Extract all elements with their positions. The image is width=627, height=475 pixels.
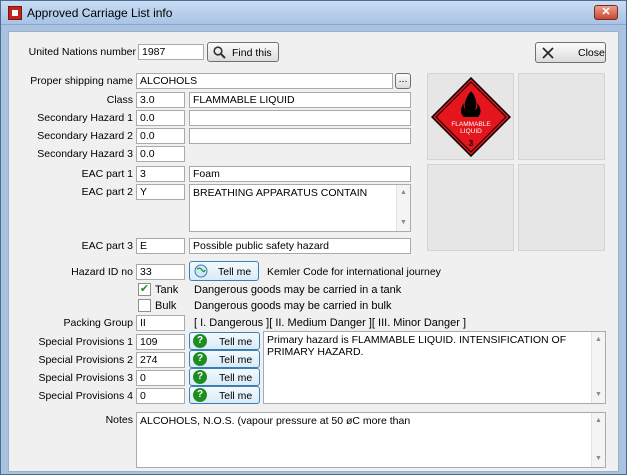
placard-panel-1: FLAMMABLE LIQUID 3 <box>427 73 514 160</box>
special-provisions-3-label: Special Provisions 3 <box>38 372 133 384</box>
shipping-browse-button[interactable]: ... <box>395 73 411 89</box>
tank-description: Dangerous goods may be carried in a tank <box>194 284 402 296</box>
bulk-description: Dangerous goods may be carried in bulk <box>194 300 392 312</box>
window-close-button[interactable]: ✕ <box>594 5 618 20</box>
secondary-hazard-1-description <box>189 110 411 126</box>
secondary-hazard-3-label: Secondary Hazard 3 <box>37 148 133 160</box>
hazard-id-input[interactable]: 33 <box>136 264 185 280</box>
shipping-name-input[interactable]: ALCOHOLS <box>136 73 393 89</box>
eac-part-2-description-text: BREATHING APPARATUS CONTAIN <box>193 187 368 199</box>
tank-label: Tank <box>155 284 179 296</box>
secondary-hazard-2-input[interactable]: 0.0 <box>136 128 185 144</box>
notes-textarea[interactable]: ALCOHOLS, N.O.S. (vapour pressure at 50 … <box>136 412 606 468</box>
help-icon: ? <box>193 334 207 348</box>
special-provisions-2-label: Special Provisions 2 <box>38 354 133 366</box>
eac-part-3-input[interactable]: E <box>136 238 185 254</box>
title-bar: Approved Carriage List info ✕ <box>1 1 626 25</box>
special-provisions-3-input[interactable]: 0 <box>136 370 185 386</box>
placard-line2: LIQUID <box>460 128 482 135</box>
scroll-down-icon[interactable]: ▼ <box>592 453 605 465</box>
globe-icon <box>194 264 208 278</box>
help-icon: ? <box>193 352 207 366</box>
eac-part-2-scrollbar[interactable]: ▲ ▼ <box>396 185 410 231</box>
scroll-down-icon[interactable]: ▼ <box>592 389 605 401</box>
shipping-name-label: Proper shipping name <box>30 75 133 87</box>
scroll-up-icon[interactable]: ▲ <box>592 415 605 427</box>
un-number-label: United Nations number <box>28 46 136 58</box>
close-label: Close <box>578 47 605 59</box>
tank-checkbox[interactable]: ✔ <box>138 283 151 296</box>
placard-number: 3 <box>469 139 474 148</box>
notes-scrollbar[interactable]: ▲ ▼ <box>591 413 605 467</box>
hazard-id-info: Kemler Code for international journey <box>267 266 441 278</box>
placard-panel-2 <box>518 73 605 160</box>
eac-part-3-label: EAC part 3 <box>81 240 133 252</box>
scroll-down-icon[interactable]: ▼ <box>397 217 410 229</box>
special-provisions-text-content: Primary hazard is FLAMMABLE LIQUID. INTE… <box>267 334 567 358</box>
special-provisions-2-tell-me-button[interactable]: ? Tell me <box>189 350 260 368</box>
special-provisions-4-label: Special Provisions 4 <box>38 390 133 402</box>
special-provisions-4-input[interactable]: 0 <box>136 388 185 404</box>
secondary-hazard-1-label: Secondary Hazard 1 <box>37 112 133 124</box>
special-provisions-2-tell-me-label: Tell me <box>219 354 253 366</box>
bulk-checkbox[interactable] <box>138 299 151 312</box>
placard-panel-4 <box>518 164 605 251</box>
special-provisions-3-tell-me-label: Tell me <box>219 372 253 384</box>
find-this-label: Find this <box>232 47 272 59</box>
secondary-hazard-2-description <box>189 128 411 144</box>
window-title: Approved Carriage List info <box>27 6 173 20</box>
class-input[interactable]: 3.0 <box>136 92 185 108</box>
hazard-id-label: Hazard ID no <box>71 266 133 278</box>
app-icon <box>8 6 22 20</box>
secondary-hazard-1-input[interactable]: 0.0 <box>136 110 185 126</box>
eac-part-3-description: Possible public safety hazard <box>189 238 411 254</box>
secondary-hazard-3-input[interactable]: 0.0 <box>136 146 185 162</box>
app-window: Approved Carriage List info ✕ United Nat… <box>0 0 627 475</box>
close-icon <box>542 47 554 59</box>
eac-part-2-input[interactable]: Y <box>136 184 185 200</box>
special-provisions-4-tell-me-button[interactable]: ? Tell me <box>189 386 260 404</box>
scroll-up-icon[interactable]: ▲ <box>397 187 410 199</box>
placard-line1: FLAMMABLE <box>451 121 491 128</box>
find-this-button[interactable]: Find this <box>207 42 279 62</box>
class-description: FLAMMABLE LIQUID <box>189 92 411 108</box>
special-provisions-2-input[interactable]: 274 <box>136 352 185 368</box>
placard-panel-3 <box>427 164 514 251</box>
close-button[interactable]: Close <box>535 42 606 63</box>
hazard-id-tell-me-label: Tell me <box>218 266 252 278</box>
packing-group-label: Packing Group <box>63 317 133 329</box>
dialog-body: United Nations number 1987 Find this Clo… <box>8 31 619 472</box>
flammable-placard-icon: FLAMMABLE LIQUID 3 <box>431 77 511 157</box>
eac-part-1-description: Foam <box>189 166 411 182</box>
scroll-up-icon[interactable]: ▲ <box>592 334 605 346</box>
help-icon: ? <box>193 370 207 384</box>
notes-text: ALCOHOLS, N.O.S. (vapour pressure at 50 … <box>140 415 411 427</box>
secondary-hazard-2-label: Secondary Hazard 2 <box>37 130 133 142</box>
special-provisions-scrollbar[interactable]: ▲ ▼ <box>591 332 605 403</box>
class-label: Class <box>106 94 133 106</box>
special-provisions-4-tell-me-label: Tell me <box>219 390 253 402</box>
special-provisions-text: Primary hazard is FLAMMABLE LIQUID. INTE… <box>263 331 606 404</box>
un-number-input[interactable]: 1987 <box>138 44 204 60</box>
bulk-label: Bulk <box>155 300 177 312</box>
search-icon <box>213 46 226 59</box>
hazard-id-tell-me-button[interactable]: Tell me <box>189 261 259 281</box>
eac-part-1-input[interactable]: 3 <box>136 166 185 182</box>
packing-group-legend: [ I. Dangerous ][ II. Medium Danger ][ I… <box>194 317 467 329</box>
help-icon: ? <box>193 388 207 402</box>
eac-part-2-description: BREATHING APPARATUS CONTAIN ▲ ▼ <box>189 184 411 232</box>
notes-label: Notes <box>105 414 133 426</box>
special-provisions-1-input[interactable]: 109 <box>136 334 185 350</box>
special-provisions-3-tell-me-button[interactable]: ? Tell me <box>189 368 260 386</box>
special-provisions-1-tell-me-button[interactable]: ? Tell me <box>189 332 260 350</box>
eac-part-1-label: EAC part 1 <box>81 168 133 180</box>
special-provisions-1-label: Special Provisions 1 <box>38 336 133 348</box>
packing-group-input[interactable]: II <box>136 315 185 331</box>
special-provisions-1-tell-me-label: Tell me <box>219 336 253 348</box>
eac-part-2-label: EAC part 2 <box>81 186 133 198</box>
